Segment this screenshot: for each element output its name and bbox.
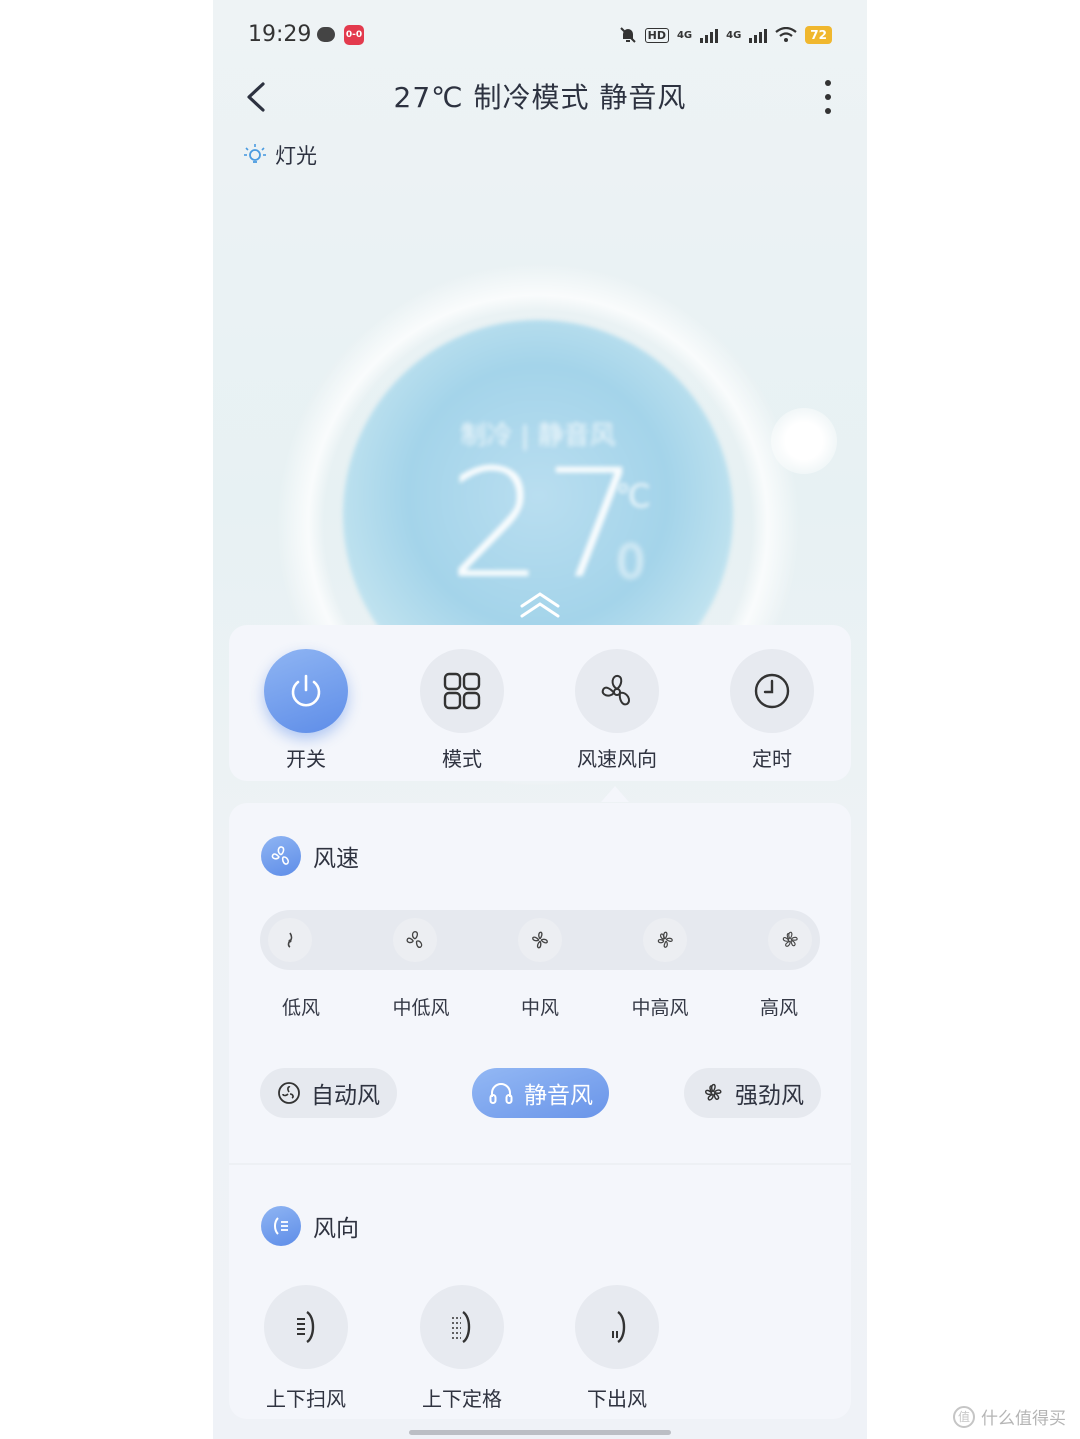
swing-vertical-circle[interactable] — [264, 1285, 348, 1369]
watermark: 值 什么值得买 — [953, 1404, 1066, 1429]
home-indicator[interactable] — [409, 1430, 671, 1435]
fan-settings-circle[interactable] — [575, 649, 659, 733]
speed-high-label[interactable]: 高风 — [729, 993, 829, 1020]
status-time: 19:29 — [248, 22, 312, 47]
swing-vertical-icon — [297, 1310, 315, 1344]
power-icon — [291, 674, 321, 707]
more-options-icon[interactable] — [823, 80, 833, 114]
wind-speed-icon — [261, 836, 301, 876]
wind-speed-title: 风速 — [313, 846, 359, 872]
power-button-circle[interactable] — [264, 649, 348, 733]
fixed-vertical-button[interactable]: 上下定格 — [407, 1285, 517, 1412]
fan-medium-icon — [532, 931, 548, 949]
fan-medium-high-icon — [657, 931, 673, 948]
mode-label: 模式 — [442, 747, 482, 771]
fan-icon — [601, 674, 630, 706]
status-icons: HD 4G 4G 72 — [619, 24, 832, 46]
swing-vertical-button[interactable]: 上下扫风 — [251, 1285, 361, 1412]
grid-icon — [443, 672, 481, 710]
signal-icon-2 — [749, 27, 768, 43]
timer-button[interactable]: 定时 — [717, 649, 827, 772]
wind-speed-slider[interactable] — [260, 910, 820, 970]
wifi-icon — [775, 27, 797, 42]
fan-settings-label: 风速风向 — [577, 747, 657, 771]
expand-up-icon[interactable] — [518, 590, 562, 620]
phone-screen: 19:29 0-0 HD 4G 4G 72 27℃ 制冷模式 静音风 灯光 制冷… — [213, 0, 867, 1439]
fan-settings-button[interactable]: 风速风向 — [562, 649, 672, 772]
downward-air-circle[interactable] — [575, 1285, 659, 1369]
power-label: 开关 — [286, 747, 326, 771]
dial-handle[interactable] — [771, 408, 837, 474]
network-4g-label-2: 4G — [726, 29, 742, 41]
downward-air-button[interactable]: 下出风 — [562, 1285, 672, 1412]
status-bar: 19:29 0-0 HD 4G 4G 72 — [213, 0, 867, 70]
timer-label: 定时 — [752, 747, 792, 771]
temperature-value: 27 — [448, 438, 639, 612]
strong-fan-icon — [705, 1083, 722, 1101]
mode-button[interactable]: 模式 — [407, 649, 517, 772]
wind-direction-header: 风向 — [261, 1206, 359, 1246]
speed-low-dot[interactable] — [268, 918, 312, 962]
auto-fan-icon — [278, 1082, 300, 1104]
speed-medium-dot[interactable] — [518, 918, 562, 962]
speed-medium-low-label[interactable]: 中低风 — [371, 993, 471, 1020]
strong-fan-label: 强劲风 — [735, 1083, 804, 1109]
strong-fan-button[interactable]: 强劲风 — [684, 1068, 821, 1118]
speed-medium-low-dot[interactable] — [393, 918, 437, 962]
speed-medium-label[interactable]: 中风 — [490, 993, 590, 1020]
fan-detail-panel: 风速 低风 中低风 中风 中高风 高风 自动风 静音风 强劲风 风向 上下扫风 … — [229, 803, 851, 1419]
hd-icon: HD — [644, 27, 669, 43]
clock-icon — [754, 673, 790, 709]
wind-direction-title: 风向 — [313, 1216, 359, 1242]
quiet-fan-label: 静音风 — [524, 1083, 593, 1109]
fixed-vertical-circle[interactable] — [420, 1285, 504, 1369]
fan-high-icon — [782, 931, 798, 947]
watermark-logo: 值 — [953, 1405, 975, 1428]
speed-medium-high-label[interactable]: 中高风 — [610, 993, 710, 1020]
section-divider — [229, 1163, 851, 1165]
auto-fan-label: 自动风 — [311, 1083, 380, 1109]
fan-medium-low-icon — [406, 931, 423, 948]
downward-air-icon — [612, 1310, 626, 1344]
panel-pointer — [601, 786, 629, 802]
mode-button-circle[interactable] — [420, 649, 504, 733]
speed-medium-high-dot[interactable] — [643, 918, 687, 962]
fixed-vertical-icon — [452, 1310, 471, 1344]
headphones-icon — [489, 1083, 513, 1104]
fixed-vertical-label: 上下定格 — [422, 1387, 502, 1411]
downward-air-label: 下出风 — [587, 1387, 647, 1411]
mute-bell-icon — [619, 27, 636, 43]
temperature-decimal: 0 — [616, 535, 646, 589]
quick-actions-panel: 开关 模式 风速风向 定时 — [229, 625, 851, 781]
wind-speed-header: 风速 — [261, 836, 359, 876]
light-toggle[interactable]: 灯光 — [243, 140, 317, 170]
battery-indicator: 72 — [805, 26, 832, 44]
swing-vertical-label: 上下扫风 — [266, 1387, 346, 1411]
fan-low-icon — [287, 932, 293, 948]
temperature-unit: ℃ — [615, 477, 651, 515]
light-bulb-icon — [244, 144, 266, 163]
watermark-text: 什么值得买 — [981, 1409, 1066, 1429]
quiet-fan-button[interactable]: 静音风 — [472, 1068, 609, 1118]
wind-direction-icon — [261, 1206, 301, 1246]
top-app-bar: 27℃ 制冷模式 静音风 — [213, 72, 867, 122]
signal-icon — [700, 27, 719, 43]
auto-fan-button[interactable]: 自动风 — [260, 1068, 397, 1118]
speed-high-dot[interactable] — [768, 918, 812, 962]
speed-low-label[interactable]: 低风 — [251, 993, 351, 1020]
power-button[interactable]: 开关 — [251, 649, 361, 772]
light-label: 灯光 — [275, 144, 317, 168]
network-4g-label: 4G — [676, 29, 693, 41]
timer-button-circle[interactable] — [730, 649, 814, 733]
app-notification-icon: 0-0 — [344, 25, 364, 45]
page-title: 27℃ 制冷模式 静音风 — [393, 81, 687, 114]
message-icon — [317, 27, 335, 42]
